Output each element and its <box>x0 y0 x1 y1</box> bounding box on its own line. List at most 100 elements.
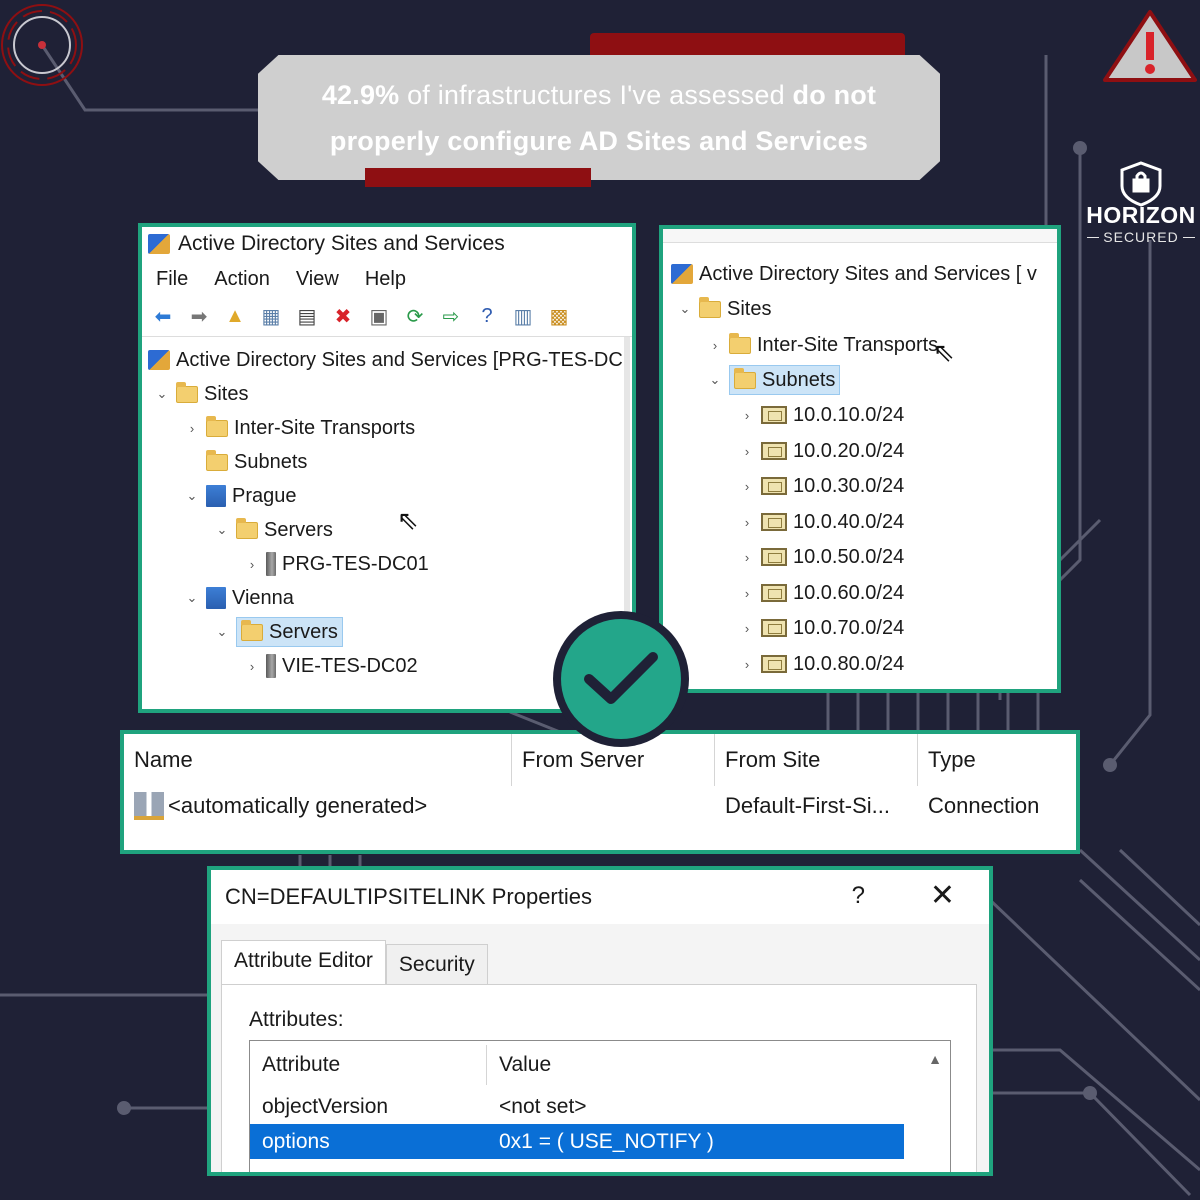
chevron-right-icon[interactable]: › <box>739 621 755 636</box>
subnet-item[interactable]: › 10.0.50.0/24 <box>739 540 904 574</box>
tab-attribute-editor[interactable]: Attribute Editor <box>221 940 386 986</box>
tree-subnets[interactable]: ⌄ Subnets <box>707 363 841 397</box>
column-name[interactable]: Name <box>124 734 512 786</box>
chevron-right-icon[interactable]: › <box>739 515 755 530</box>
chevron-right-icon[interactable]: › <box>739 408 755 423</box>
delete-icon[interactable]: ✖ <box>330 304 356 330</box>
tree-vienna-servers[interactable]: ⌄ Servers <box>214 615 343 649</box>
attributes-label: Attributes: <box>249 1008 344 1031</box>
subnet-icon <box>761 477 787 495</box>
menu-bar: File Action View Help <box>142 261 632 297</box>
export-icon[interactable]: ⇨ <box>438 304 464 330</box>
up-folder-icon[interactable]: ▲ <box>222 304 248 330</box>
dialog-title: CN=DEFAULTIPSITELINK Properties <box>225 884 592 909</box>
connection-from-site: Default-First-Si... <box>725 793 891 818</box>
menu-file[interactable]: File <box>156 268 188 291</box>
cell-from-site: Default-First-Si... <box>715 793 918 819</box>
chevron-right-icon[interactable]: › <box>739 586 755 601</box>
chevron-right-icon[interactable]: › <box>739 550 755 565</box>
column-attribute[interactable]: Attribute <box>250 1045 487 1085</box>
menu-view[interactable]: View <box>296 268 339 291</box>
chevron-right-icon[interactable]: › <box>244 659 260 674</box>
server-icon <box>266 552 276 576</box>
column-type[interactable]: Type <box>918 747 1068 773</box>
tree-prague-servers[interactable]: ⌄ Servers <box>214 513 333 547</box>
tree-subnets[interactable]: Subnets <box>184 445 307 479</box>
refresh-icon[interactable]: ⟳ <box>402 304 428 330</box>
subnet-item[interactable]: › 10.0.30.0/24 <box>739 469 904 503</box>
target-icon <box>1 4 83 86</box>
ad-sites-window: Active Directory Sites and Services File… <box>138 223 636 713</box>
tree-root[interactable]: Active Directory Sites and Services [PRG… <box>148 343 623 377</box>
tree-prague[interactable]: ⌄ Prague <box>184 479 297 513</box>
tree-inter-site-transports[interactable]: › Inter-Site Transports <box>707 328 938 362</box>
subnet-icon <box>761 513 787 531</box>
subnet-item[interactable]: › 10.0.20.0/24 <box>739 434 904 468</box>
chevron-down-icon[interactable]: ⌄ <box>184 488 200 504</box>
scroll-up-icon[interactable]: ▲ <box>928 1051 942 1067</box>
chevron-right-icon[interactable]: › <box>707 338 723 353</box>
site-icon <box>206 587 226 609</box>
connection-icon <box>134 792 164 820</box>
check-badge <box>553 611 689 747</box>
headline-stat: 42.9% <box>321 79 400 110</box>
chevron-down-icon[interactable]: ⌄ <box>154 386 170 402</box>
chevron-right-icon[interactable]: › <box>184 421 200 436</box>
chevron-down-icon[interactable]: ⌄ <box>677 301 693 317</box>
tree-vienna-dc-label: VIE-TES-DC02 <box>282 654 418 677</box>
tree-root[interactable]: Active Directory Sites and Services [ v <box>671 257 1037 291</box>
snapin-icon[interactable]: ▩ <box>546 304 572 330</box>
subnet-label: 10.0.10.0/24 <box>793 403 905 426</box>
brand-sub: SECURED <box>1082 229 1200 245</box>
folder-icon <box>734 367 756 389</box>
subnet-item[interactable]: › 10.0.40.0/24 <box>739 505 904 539</box>
tree-vienna-dc[interactable]: › VIE-TES-DC02 <box>244 649 418 683</box>
chevron-down-icon[interactable]: ⌄ <box>214 624 230 640</box>
forward-arrow-icon[interactable]: ➡ <box>186 304 212 330</box>
subnet-label: 10.0.20.0/24 <box>793 439 905 462</box>
subnet-item[interactable]: › 10.0.60.0/24 <box>739 576 904 610</box>
table-row[interactable]: <automatically generated> Default-First-… <box>124 786 1076 826</box>
tree-vienna[interactable]: ⌄ Vienna <box>184 581 294 615</box>
subnet-item[interactable]: › 10.0.80.0/24 <box>739 647 904 681</box>
column-from-site[interactable]: From Site <box>715 734 918 786</box>
headline-banner: 42.9% of infrastructures I've assessed d… <box>258 55 940 180</box>
tab-security[interactable]: Security <box>385 944 488 986</box>
tree-prague-dc[interactable]: › PRG-TES-DC01 <box>244 547 429 581</box>
close-button[interactable]: ✕ <box>930 878 955 913</box>
help-button[interactable]: ? <box>852 882 865 910</box>
show-hide-tree-icon[interactable]: ▦ <box>258 304 284 330</box>
menu-help[interactable]: Help <box>365 268 406 291</box>
chevron-right-icon[interactable]: › <box>739 657 755 672</box>
chevron-right-icon[interactable]: › <box>739 444 755 459</box>
tree-sites[interactable]: ⌄ Sites <box>677 292 771 326</box>
tree-root-label: Active Directory Sites and Services [ v <box>699 262 1037 285</box>
table-row[interactable]: objectVersion <not set> <box>250 1089 950 1124</box>
dialog-title-bar: CN=DEFAULTIPSITELINK Properties ? ✕ <box>211 870 989 924</box>
tree-subnets-label: Subnets <box>234 450 308 473</box>
properties-icon[interactable]: ▣ <box>366 304 392 330</box>
tree-vienna-servers-label: Servers <box>269 620 338 643</box>
chevron-right-icon[interactable]: › <box>739 479 755 494</box>
chevron-down-icon[interactable]: ⌄ <box>707 372 723 388</box>
view-icon[interactable]: ▥ <box>510 304 536 330</box>
back-arrow-icon[interactable]: ⬅ <box>150 304 176 330</box>
attribute-value: 0x1 = ( USE_NOTIFY ) <box>499 1129 714 1153</box>
subnet-icon <box>761 548 787 566</box>
chevron-right-icon[interactable]: › <box>244 557 260 572</box>
subnet-item[interactable]: › 10.0.70.0/24 <box>739 611 904 645</box>
cursor-icon: ⇖ <box>933 337 955 367</box>
tree-inter-site-transports[interactable]: › Inter-Site Transports <box>184 411 415 445</box>
help-icon[interactable]: ? <box>474 304 500 330</box>
brand-name: HORIZON <box>1086 202 1196 228</box>
menu-action[interactable]: Action <box>214 268 270 291</box>
chevron-down-icon[interactable]: ⌄ <box>184 590 200 606</box>
subnet-label: 10.0.70.0/24 <box>793 616 905 639</box>
column-value[interactable]: Value <box>487 1053 551 1077</box>
subnet-item[interactable]: › 10.0.10.0/24 <box>739 398 904 432</box>
tree-sites[interactable]: ⌄ Sites <box>154 377 248 411</box>
chevron-down-icon[interactable]: ⌄ <box>214 522 230 538</box>
clipboard-icon[interactable]: ▤ <box>294 304 320 330</box>
subnet-label: 10.0.30.0/24 <box>793 474 905 497</box>
table-row-selected[interactable]: options 0x1 = ( USE_NOTIFY ) <box>250 1124 904 1159</box>
